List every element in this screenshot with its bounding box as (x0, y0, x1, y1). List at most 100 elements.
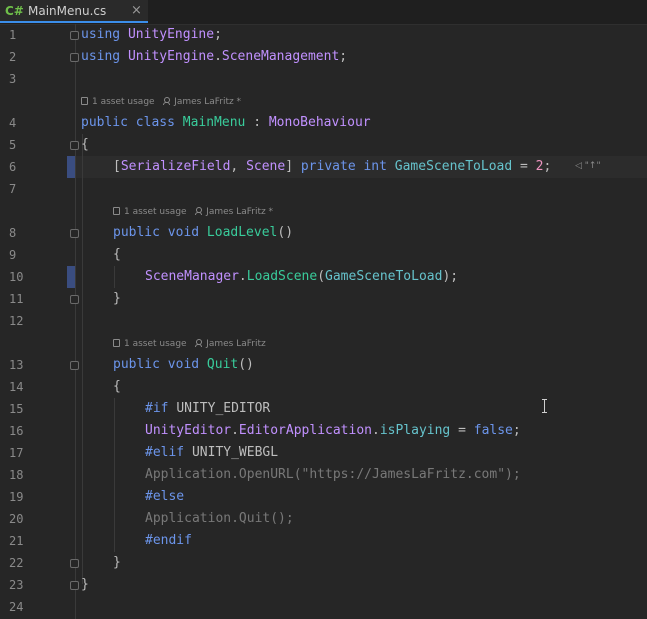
author: James LaFritz * (174, 97, 242, 107)
line-number: 19 (9, 490, 24, 504)
line-number: 9 (9, 248, 17, 262)
code-vision-hint[interactable]: 1 asset usage James LaFritz (113, 337, 266, 351)
method-name: LoadLevel (206, 225, 278, 240)
keyword: using (81, 49, 128, 64)
asset-usage-icon (113, 207, 120, 215)
code-line-11[interactable]: } (113, 288, 121, 310)
code-line-9[interactable]: { (113, 244, 121, 266)
code-line-19[interactable]: #else (145, 486, 184, 508)
code-line-4[interactable]: public class MainMenu : MonoBehaviour (81, 112, 371, 134)
fold-marker[interactable] (70, 141, 79, 150)
usage-count: 1 asset usage (124, 207, 187, 217)
code-vision-hint[interactable]: 1 asset usage James LaFritz * (81, 95, 241, 109)
code-editor[interactable]: C# MainMenu.cs × 1 2 3 4 5 6 7 8 9 10 11… (0, 0, 647, 619)
line-number: 13 (9, 358, 24, 372)
attribute: SerializeField (120, 159, 231, 174)
line-number: 22 (9, 556, 24, 570)
punct: = (450, 423, 474, 438)
code-line-16[interactable]: UnityEditor.EditorApplication.isPlaying … (145, 420, 521, 442)
line-number: 8 (9, 226, 17, 240)
punct: . (238, 269, 247, 284)
code-line-14[interactable]: { (113, 376, 121, 398)
inline-value-hint[interactable]: ◁ "↑" (575, 161, 601, 171)
punct: . (371, 423, 380, 438)
fold-marker[interactable] (70, 361, 79, 370)
usage-count: 1 asset usage (124, 339, 187, 349)
change-marker[interactable] (67, 266, 75, 288)
punct: ; (512, 423, 521, 438)
change-marker[interactable] (67, 156, 75, 178)
code-line-2[interactable]: using UnityEngine.SceneManagement; (81, 46, 347, 68)
indent-guide (82, 134, 83, 584)
brace: } (113, 291, 121, 306)
preprocessor: #elif (145, 445, 192, 460)
punct: [ (113, 159, 121, 174)
line-number: 18 (9, 468, 24, 482)
keyword: public void (113, 225, 207, 240)
code-line-23[interactable]: } (81, 574, 89, 596)
code-line-1[interactable]: using UnityEngine; (81, 24, 222, 46)
tab-bar: C# MainMenu.cs × (0, 0, 647, 25)
close-icon[interactable]: × (131, 3, 142, 18)
text-cursor-icon (542, 399, 549, 413)
keyword: private int (300, 159, 395, 174)
namespace: UnityEditor (145, 423, 232, 438)
field-ref: GameSceneToLoad (325, 269, 443, 284)
usage-count: 1 asset usage (92, 97, 155, 107)
code-line-20[interactable]: Application.Quit(); (145, 508, 294, 530)
code-line-10[interactable]: SceneManager.LoadScene(GameSceneToLoad); (145, 266, 458, 288)
indent-guide (114, 266, 115, 288)
keyword: false (473, 423, 513, 438)
line-number: 24 (9, 600, 24, 614)
field-name: GameSceneToLoad (394, 159, 513, 174)
code-vision-hint[interactable]: 1 asset usage James LaFritz * (113, 205, 273, 219)
attribute: Scene (246, 159, 286, 174)
tab-title: MainMenu.cs (28, 4, 107, 18)
line-number: 4 (9, 116, 17, 130)
code-line-6[interactable]: [SerializeField, Scene] private int Game… (113, 156, 551, 178)
punct: () (277, 225, 294, 240)
code-line-8[interactable]: public void LoadLevel() (113, 222, 293, 244)
code-line-18[interactable]: Application.OpenURL("https://JamesLaFrit… (145, 464, 521, 486)
punct: , (230, 159, 247, 174)
method-name: Quit (206, 357, 239, 372)
method-call: LoadScene (246, 269, 318, 284)
symbol: UNITY_EDITOR (176, 401, 271, 416)
code-line-15[interactable]: #if UNITY_EDITOR (145, 398, 270, 420)
code-line-21[interactable]: #endif (145, 530, 192, 552)
user-icon (195, 207, 203, 215)
code-line-17[interactable]: #elif UNITY_WEBGL (145, 442, 278, 464)
punct: . (231, 423, 239, 438)
keyword: using (81, 27, 128, 42)
line-number: 15 (9, 402, 24, 416)
punct: ] (285, 159, 301, 174)
tab-mainmenu-cs[interactable]: C# MainMenu.cs × (0, 0, 148, 23)
fold-marker[interactable] (70, 53, 79, 62)
brace: { (81, 137, 89, 152)
code-line-22[interactable]: } (113, 552, 121, 574)
namespace: UnityEngine (127, 27, 215, 42)
symbol: UNITY_WEBGL (191, 445, 279, 460)
punct: ); (442, 269, 459, 284)
line-number: 23 (9, 578, 24, 592)
code-line-5[interactable]: { (81, 134, 89, 156)
line-number: 2 (9, 50, 17, 64)
fold-marker[interactable] (70, 229, 79, 238)
line-number: 10 (9, 270, 24, 284)
punct: : (245, 115, 269, 130)
user-icon (195, 339, 203, 347)
asset-usage-icon (81, 97, 88, 105)
brace: { (113, 379, 121, 394)
fold-marker[interactable] (70, 295, 79, 304)
line-number: 1 (9, 28, 17, 42)
line-number: 16 (9, 424, 24, 438)
preprocessor: #if (145, 401, 177, 416)
brace: } (113, 555, 121, 570)
fold-marker[interactable] (70, 559, 79, 568)
punct: ( (317, 269, 326, 284)
class-ref: SceneManager (145, 269, 239, 284)
code-line-13[interactable]: public void Quit() (113, 354, 254, 376)
fold-marker[interactable] (70, 581, 79, 590)
class-name: MainMenu (182, 115, 246, 130)
fold-marker[interactable] (70, 31, 79, 40)
